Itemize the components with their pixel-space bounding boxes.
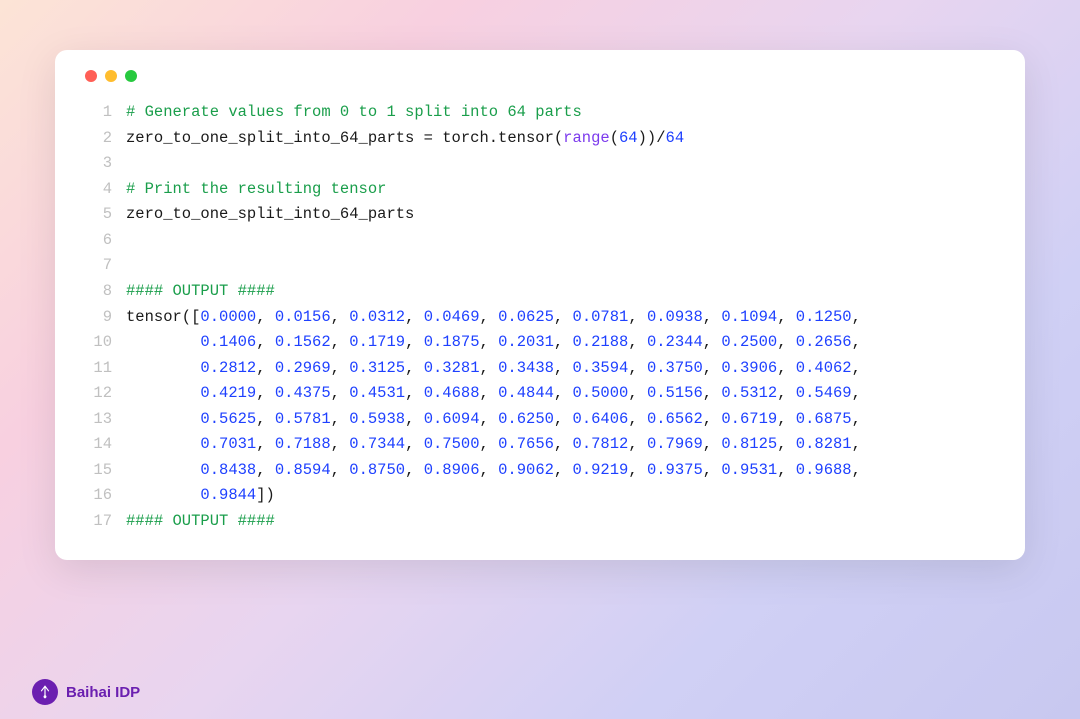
footer: Baihai IDP [32,679,140,705]
line-content: 0.7031, 0.7188, 0.7344, 0.7500, 0.7656, … [126,432,861,458]
line-content: zero_to_one_split_into_64_parts = torch.… [126,126,684,152]
code-line: 3 [80,151,1000,177]
code-line: 12 0.4219, 0.4375, 0.4531, 0.4688, 0.484… [80,381,1000,407]
line-content: #### OUTPUT #### [126,509,275,535]
maximize-icon[interactable] [125,70,137,82]
line-content: tensor([0.0000, 0.0156, 0.0312, 0.0469, … [126,305,861,331]
code-line: 14 0.7031, 0.7188, 0.7344, 0.7500, 0.765… [80,432,1000,458]
line-number: 3 [80,151,112,177]
code-line: 2 zero_to_one_split_into_64_parts = torch… [80,126,1000,152]
code-line: 4 # Print the resulting tensor [80,177,1000,203]
code-line: 10 0.1406, 0.1562, 0.1719, 0.1875, 0.203… [80,330,1000,356]
close-icon[interactable] [85,70,97,82]
line-number: 4 [80,177,112,203]
code-card: 1 # Generate values from 0 to 1 split int… [55,50,1025,560]
line-number: 13 [80,407,112,433]
code-line: 7 [80,253,1000,279]
code-line: 17 #### OUTPUT #### [80,509,1000,535]
line-number: 2 [80,126,112,152]
line-number: 5 [80,202,112,228]
code-block: 1 # Generate values from 0 to 1 split int… [80,100,1000,535]
line-number: 14 [80,432,112,458]
line-number: 11 [80,356,112,382]
code-line: 13 0.5625, 0.5781, 0.5938, 0.6094, 0.625… [80,407,1000,433]
line-content: 0.9844]) [126,483,275,509]
code-line: 6 [80,228,1000,254]
line-content: #### OUTPUT #### [126,279,275,305]
code-line: 11 0.2812, 0.2969, 0.3125, 0.3281, 0.343… [80,356,1000,382]
line-number: 7 [80,253,112,279]
line-number: 12 [80,381,112,407]
brand-name: Baihai IDP [66,684,140,701]
line-number: 15 [80,458,112,484]
line-content: 0.2812, 0.2969, 0.3125, 0.3281, 0.3438, … [126,356,861,382]
code-line: 8 #### OUTPUT #### [80,279,1000,305]
code-line: 5 zero_to_one_split_into_64_parts [80,202,1000,228]
line-content: 0.8438, 0.8594, 0.8750, 0.8906, 0.9062, … [126,458,861,484]
line-number: 10 [80,330,112,356]
line-content: 0.5625, 0.5781, 0.5938, 0.6094, 0.6250, … [126,407,861,433]
line-content: 0.4219, 0.4375, 0.4531, 0.4688, 0.4844, … [126,381,861,407]
line-number: 8 [80,279,112,305]
code-line: 9 tensor([0.0000, 0.0156, 0.0312, 0.0469,… [80,305,1000,331]
window-controls [85,70,1000,82]
line-content: 0.1406, 0.1562, 0.1719, 0.1875, 0.2031, … [126,330,861,356]
code-line: 15 0.8438, 0.8594, 0.8750, 0.8906, 0.906… [80,458,1000,484]
line-number: 6 [80,228,112,254]
code-line: 1 # Generate values from 0 to 1 split int… [80,100,1000,126]
minimize-icon[interactable] [105,70,117,82]
brand-logo-icon [32,679,58,705]
line-number: 1 [80,100,112,126]
line-number: 9 [80,305,112,331]
line-number: 17 [80,509,112,535]
code-line: 16 0.9844]) [80,483,1000,509]
line-number: 16 [80,483,112,509]
line-content: # Print the resulting tensor [126,177,386,203]
line-content: zero_to_one_split_into_64_parts [126,202,414,228]
line-content: # Generate values from 0 to 1 split into… [126,100,582,126]
